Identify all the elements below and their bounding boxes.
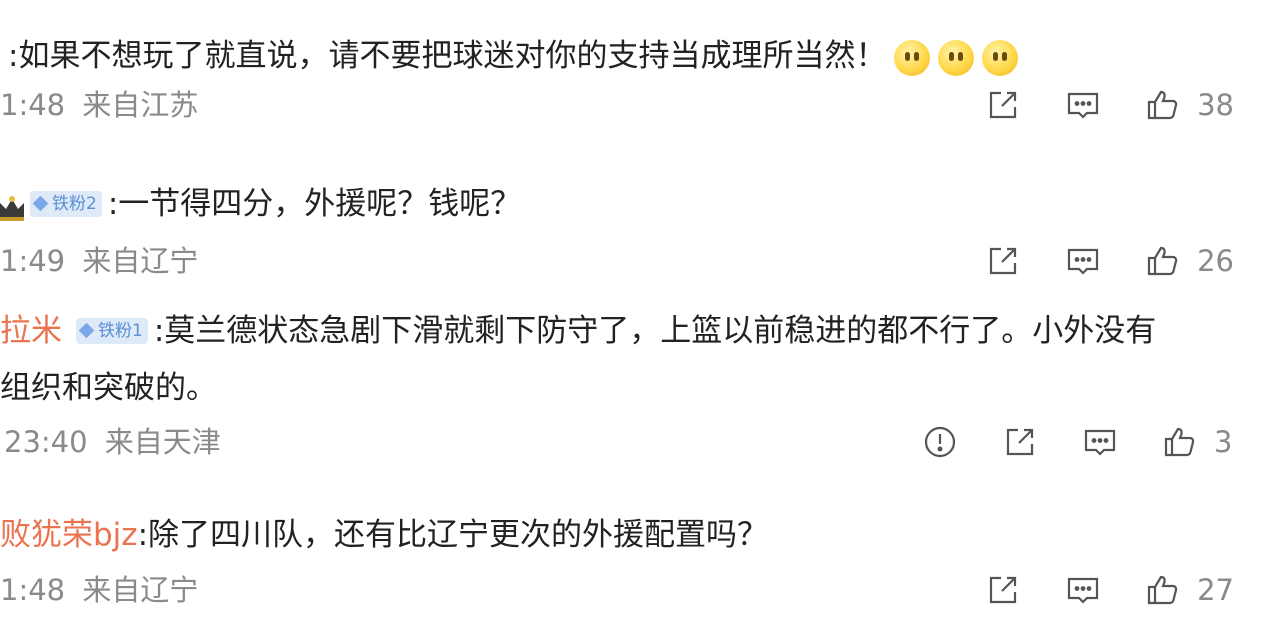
comment-icon[interactable] (1063, 570, 1103, 610)
comment-meta: 23:40 来自天津 (4, 424, 221, 460)
share-icon[interactable] (1000, 422, 1040, 462)
thumbs-up-icon[interactable] (1143, 241, 1183, 281)
comment-actions: 3 (920, 422, 1248, 462)
like-count: 38 (1197, 88, 1234, 122)
share-icon[interactable] (983, 241, 1023, 281)
comment-icon[interactable] (1063, 85, 1103, 125)
like-count: 3 (1214, 425, 1233, 459)
comment-actions: 27 (983, 570, 1234, 610)
comment-text: :一节得四分，外援呢？钱呢？ (107, 186, 522, 222)
comment-icon[interactable] (1063, 241, 1103, 281)
slightly-smiling-emoji-icon (982, 39, 1019, 76)
comment-text: :莫兰德状态急剧下滑就剩下防守了，上篮以前稳进的都不行了。小外没有 (153, 313, 1157, 349)
comment-username-fragment[interactable] (0, 26, 8, 66)
comment-text-line2: 组织和突破的。 (0, 370, 217, 406)
diamond-icon (78, 322, 95, 339)
comment-meta: 1:48 来自辽宁 (0, 572, 198, 608)
comment-feed: :如果不想玩了就直说，请不要把球迷对你的支持当成理所当然！ 1:48 来自江苏 … (0, 0, 1270, 634)
thumbs-up-icon[interactable] (1160, 422, 1200, 462)
like-count: 26 (1197, 244, 1234, 278)
comment-location: 来自辽宁 (82, 244, 199, 278)
comment-time: 1:48 (0, 573, 66, 607)
comment-time: 23:40 (4, 425, 88, 459)
comment-location: 来自江苏 (82, 88, 199, 122)
comment-location: 来自辽宁 (82, 573, 199, 607)
like-count: 27 (1197, 573, 1234, 607)
share-icon[interactable] (983, 570, 1023, 610)
slightly-smiling-emoji-icon (894, 39, 931, 76)
thumbs-up-icon[interactable] (1143, 570, 1183, 610)
comment-text: :如果不想玩了就直说，请不要把球迷对你的支持当成理所当然！ (8, 38, 887, 74)
thumbs-up-icon[interactable] (1143, 85, 1183, 125)
comment-time: 1:49 (0, 244, 66, 278)
crown-icon (0, 191, 24, 221)
slightly-smiling-emoji-icon (938, 39, 975, 76)
fan-badge: 铁粉2 (30, 190, 102, 217)
comment-username[interactable]: 拉米 (0, 313, 62, 349)
comment-meta: 1:48 来自江苏 (0, 87, 198, 123)
fan-badge: 铁粉1 (76, 317, 148, 344)
comment-actions: 38 (983, 85, 1234, 125)
share-icon[interactable] (983, 85, 1023, 125)
comment-location: 来自天津 (104, 425, 221, 459)
comment-meta: 1:49 来自辽宁 (0, 243, 198, 279)
comment-icon[interactable] (1080, 422, 1120, 462)
comment-actions: 26 (983, 241, 1234, 281)
comment-username[interactable]: 败犹荣bjz (0, 517, 138, 553)
comment-time: 1:48 (0, 88, 66, 122)
comment-text: :除了四川队，还有比辽宁更次的外援配置吗？ (137, 517, 769, 553)
diamond-icon (32, 195, 49, 212)
report-icon[interactable] (920, 422, 960, 462)
